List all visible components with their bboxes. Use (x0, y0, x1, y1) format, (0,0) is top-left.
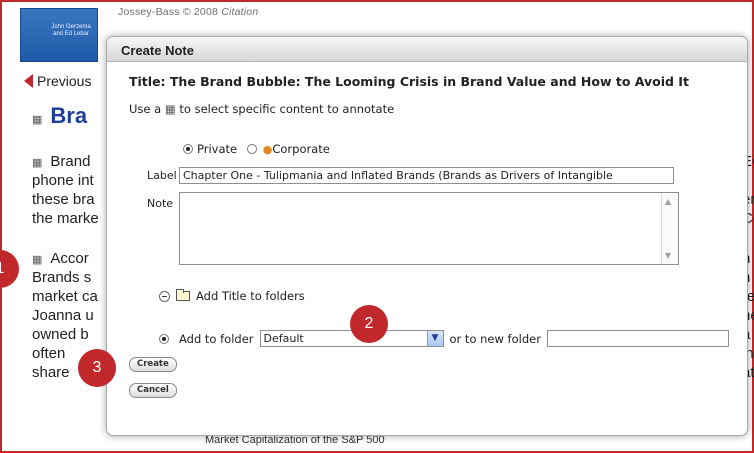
book-icon[interactable]: ▦ (32, 114, 42, 126)
paragraph-line: these bra (32, 190, 112, 209)
page-title-text: Bra (50, 103, 88, 128)
previous-arrow-icon (24, 74, 33, 88)
previous-label: Previous (37, 73, 92, 89)
paragraph-line-text: the marke (32, 210, 99, 227)
folder-icon (176, 289, 190, 301)
book-icon[interactable]: ▦ (32, 254, 42, 266)
step-marker-3: 3 (78, 349, 116, 387)
citation-line: Jossey-Bass © 2008 Citation (118, 6, 258, 18)
hint-text: Use a ▦ to select specific content to an… (129, 102, 394, 116)
paragraph-line: phone int (32, 171, 112, 190)
private-radio[interactable] (183, 144, 193, 154)
cancel-button[interactable]: Cancel (129, 383, 177, 398)
private-label: Private (197, 142, 238, 156)
paragraph-line: market ca (32, 287, 112, 306)
hint-prefix: Use a (129, 102, 162, 116)
label-field[interactable]: Chapter One - Tulipmania and Inflated Br… (179, 167, 674, 184)
paragraph-line-text: owned b (32, 326, 89, 343)
note-title: Title: The Brand Bubble: The Looming Cri… (129, 74, 689, 89)
create-note-dialog: Create Note Title: The Brand Bubble: The… (106, 36, 748, 436)
add-to-folder-radio[interactable] (159, 333, 169, 344)
previous-link[interactable]: Previous (24, 73, 91, 89)
corporate-label: Corporate (272, 142, 330, 156)
book-icon[interactable]: ▦ (32, 157, 42, 169)
paragraph-line-text: phone int (32, 172, 94, 189)
scroll-up-icon[interactable]: ▲ (665, 197, 671, 206)
page-title: ▦ Bra (32, 103, 87, 129)
create-button[interactable]: Create (129, 357, 177, 372)
paragraph-line-text: Brands s (32, 269, 92, 286)
citation-link[interactable]: Citation (221, 6, 258, 18)
paragraph-line: ▦ Accor (32, 249, 112, 270)
corporate-radio[interactable] (246, 144, 257, 154)
book-cover-thumbnail: John Gerzema and Ed Lebar (20, 8, 98, 62)
note-textarea[interactable]: ▲ ▼ (179, 192, 679, 265)
paragraph-line-text: Brand (50, 153, 91, 170)
collapse-icon[interactable] (159, 290, 170, 302)
paragraph-line-text: Accor (50, 250, 89, 267)
visibility-options: Private ●Corporate (183, 142, 330, 156)
label-caption: Label (147, 169, 177, 182)
paragraph-line: owned b (32, 325, 112, 344)
step-marker-2: 2 (350, 305, 388, 343)
paragraph-line-text: market ca (32, 288, 98, 305)
person-icon: ● (262, 143, 273, 156)
paragraph-line-text: share (32, 364, 70, 381)
book-cover-text: John Gerzema and Ed Lebar (51, 24, 91, 37)
new-folder-input[interactable] (546, 330, 729, 347)
book-icon: ▦ (164, 102, 176, 116)
add-to-folder-label: Add to folder (179, 331, 254, 346)
scroll-down-icon[interactable]: ▼ (665, 251, 671, 260)
note-caption: Note (147, 197, 174, 210)
add-title-label: Add Title to folders (196, 289, 305, 303)
publisher-text: Jossey-Bass © 2008 (118, 6, 219, 18)
note-scrollbar[interactable]: ▲ ▼ (661, 193, 678, 264)
paragraph-line-text: Joanna u (32, 307, 94, 324)
or-new-folder-label: or to new folder (449, 331, 541, 346)
dropdown-arrow-icon[interactable]: ▼ (426, 331, 443, 346)
paragraph-line-text: often (32, 345, 66, 362)
add-to-folder-row: Add to folder Default ▼ or to new folder (159, 330, 729, 347)
add-title-to-folders[interactable]: Add Title to folders (159, 289, 305, 303)
hint-suffix: to select specific content to annotate (179, 102, 395, 116)
paragraph-line: Brands s (32, 268, 112, 287)
folder-selected-value: Default (263, 332, 304, 345)
paragraph-line: ▦ Brand (32, 152, 112, 173)
dialog-header: Create Note (107, 37, 747, 62)
paragraph-line-text: these bra (32, 191, 95, 208)
paragraph-line: the marke (32, 209, 112, 228)
paragraph-line: Joanna u (32, 306, 112, 325)
